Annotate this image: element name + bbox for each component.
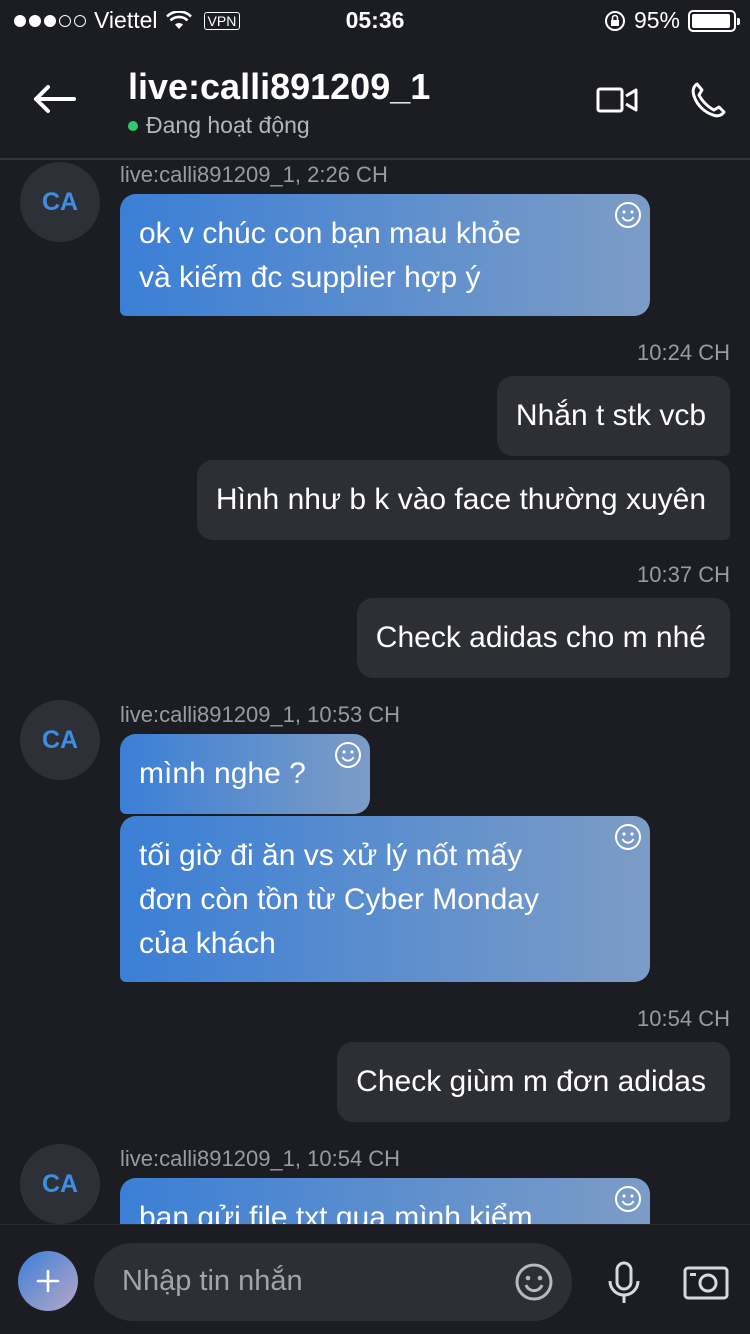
back-arrow-icon [34, 85, 76, 113]
outgoing-message[interactable]: Nhắn t stk vcb [496, 376, 730, 456]
online-dot-icon [128, 120, 138, 131]
message-input-container [94, 1243, 572, 1321]
camera-icon [683, 1266, 729, 1300]
plus-icon [36, 1269, 60, 1293]
incoming-message[interactable]: ok v chúc con bạn mau khỏe và kiếm đc su… [120, 194, 650, 316]
avatar[interactable]: CA [20, 162, 100, 242]
message-line: của khách [139, 927, 276, 960]
message-line: ok v chúc con bạn mau khỏe [139, 217, 521, 250]
status-bar: Viettel VPN 05:36 95% [0, 0, 750, 40]
message-line: bạn gửi file txt qua mình kiểm [139, 1201, 533, 1224]
battery-percent: 95% [633, 7, 680, 33]
add-attachment-button[interactable] [18, 1251, 78, 1311]
sender-meta: live:calli891209_1, 2:26 CH [120, 162, 388, 187]
message-line: mình nghe ? [139, 757, 306, 790]
rotation-lock-icon [604, 10, 625, 31]
message-input[interactable] [122, 1261, 502, 1301]
add-reaction-icon[interactable] [614, 823, 642, 851]
emoji-icon [515, 1263, 553, 1301]
time-label: 10:54 CH [637, 1006, 730, 1031]
battery-icon [688, 9, 740, 32]
time-label: 10:24 CH [637, 340, 730, 365]
outgoing-message[interactable]: Hình như b k vào face thường xuyên [196, 460, 730, 540]
video-camera-icon [596, 87, 638, 113]
outgoing-message[interactable]: Check adidas cho m nhé [356, 598, 730, 678]
voice-message-button[interactable] [604, 1261, 644, 1305]
add-reaction-icon[interactable] [614, 201, 642, 229]
incoming-message[interactable]: mình nghe ? [120, 734, 370, 814]
incoming-message[interactable]: bạn gửi file txt qua mình kiểm [120, 1178, 650, 1224]
sender-meta: live:calli891209_1, 10:54 CH [120, 1146, 401, 1171]
time-label: 10:37 CH [637, 562, 730, 587]
message-list[interactable]: CA live:calli891209_1, 2:26 CH ok v chúc… [0, 162, 750, 1224]
microphone-icon [608, 1261, 640, 1303]
outgoing-message[interactable]: Check giùm m đơn adidas [337, 1042, 730, 1122]
avatar[interactable]: CA [20, 1144, 100, 1224]
presence-label: Đang hoạt động [146, 112, 310, 138]
conversation-header: live:calli891209_1 Đang hoạt động [0, 40, 750, 160]
message-line: đơn còn tồn từ Cyber Monday [139, 883, 539, 916]
avatar[interactable]: CA [20, 700, 100, 780]
message-line: và kiếm đc supplier hợp ý [139, 261, 481, 294]
sender-meta: live:calli891209_1, 10:53 CH [120, 702, 401, 727]
phone-icon [691, 82, 726, 118]
message-line: tối giờ đi ăn vs xử lý nốt mấy [139, 839, 523, 872]
video-call-button[interactable] [596, 84, 640, 116]
contact-name[interactable]: live:calli891209_1 [128, 66, 430, 108]
incoming-message[interactable]: tối giờ đi ăn vs xử lý nốt mấy đơn còn t… [120, 816, 650, 982]
presence-status: Đang hoạt động [128, 112, 310, 139]
battery-level [692, 13, 730, 28]
status-right: 95% [604, 7, 740, 34]
add-reaction-icon[interactable] [334, 741, 362, 769]
back-button[interactable] [30, 76, 80, 126]
add-reaction-icon[interactable] [614, 1185, 642, 1213]
emoji-button[interactable] [514, 1262, 554, 1302]
message-composer [0, 1224, 750, 1334]
voice-call-button[interactable] [688, 80, 728, 120]
camera-button[interactable] [682, 1263, 730, 1301]
